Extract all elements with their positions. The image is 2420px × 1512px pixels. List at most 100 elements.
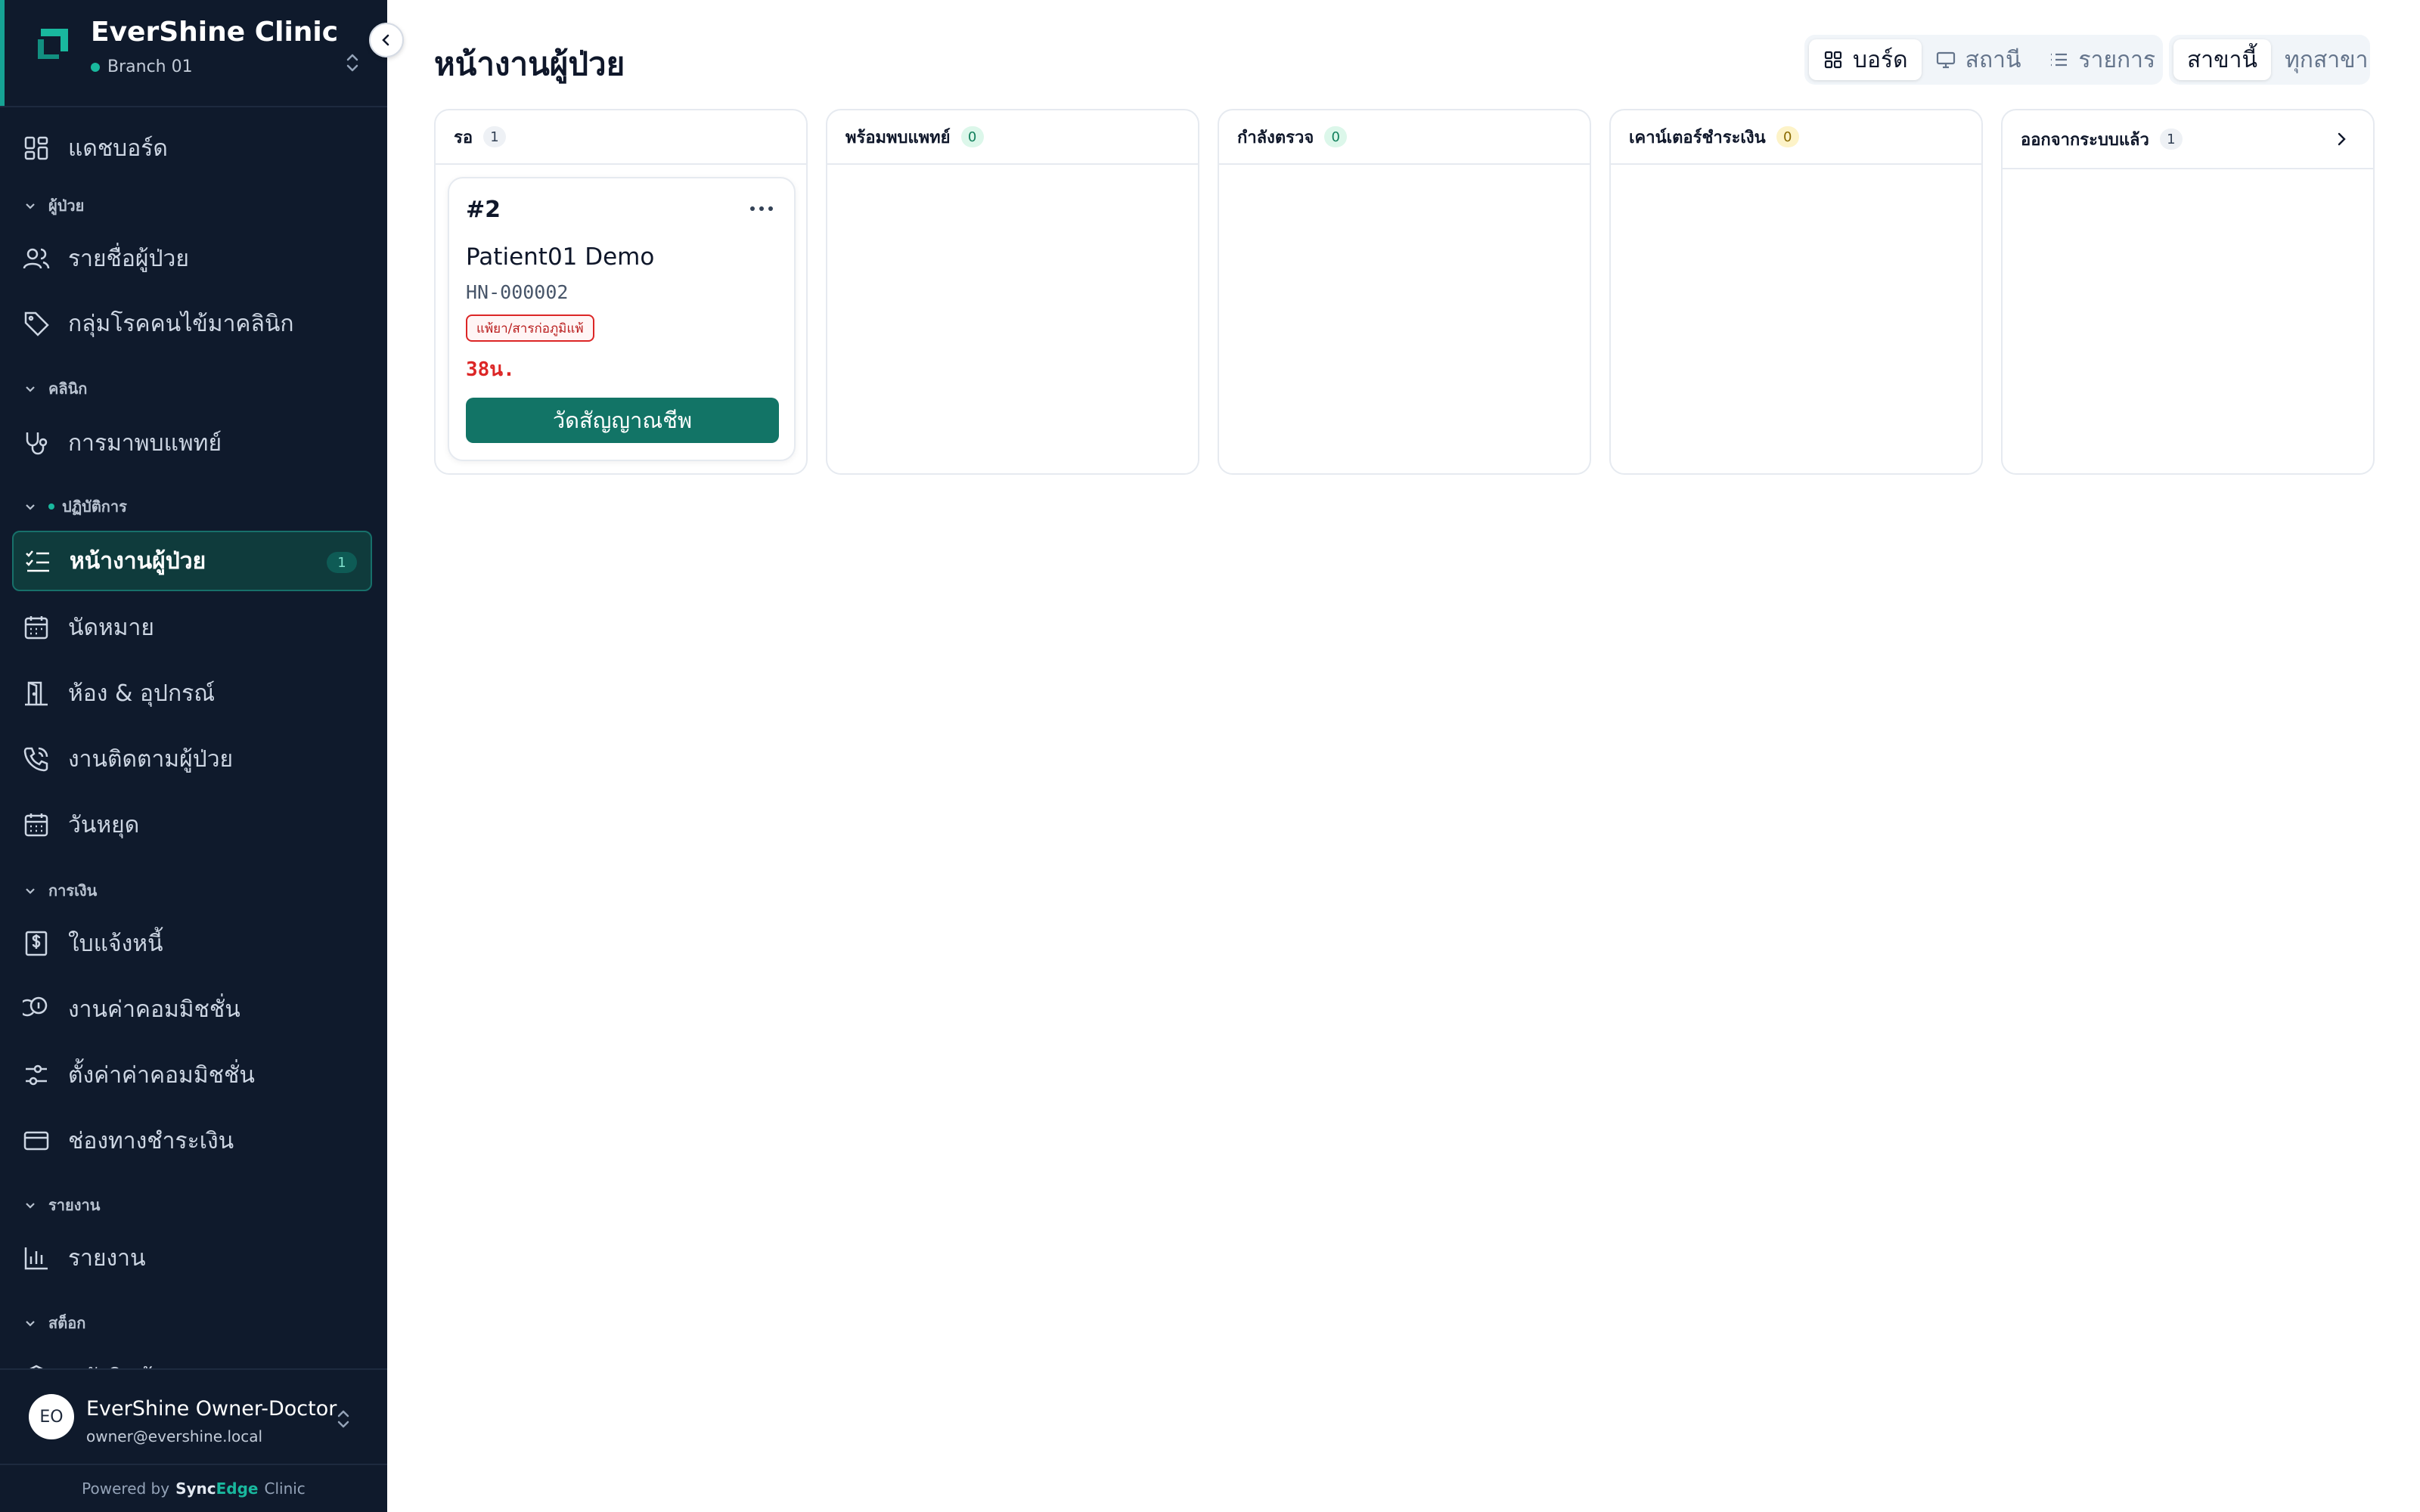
collapse-sidebar-button[interactable] [369,23,404,57]
sidebar-item-label: วันหยุด [68,811,140,838]
sidebar-item-label: นัดหมาย [68,614,154,641]
sidebar-item-appointments[interactable]: นัดหมาย [12,597,372,658]
take-vitals-button[interactable]: วัดสัญญาณชีพ [466,398,779,443]
queue-column-examining: กำลังตรวจ 0 [1218,109,1591,475]
monitor-icon [1935,49,1956,70]
sidebar-item-label: การมาพบแพทย์ [68,429,222,457]
branch-name: Branch 01 [91,57,193,76]
chevron-down-icon [26,1321,35,1327]
sidebar-item-label: รายงาน [68,1244,146,1272]
column-header: เคาน์เตอร์ชำระเงิน 0 [1611,110,1981,165]
column-count-badge: 0 [1776,126,1799,147]
section-label: รายงาน [48,1196,101,1214]
dashboard-grid-icon [21,133,51,163]
sidebar-item-commission-jobs[interactable]: งานค่าคอมมิชชั่น [12,979,372,1040]
column-title: เคาน์เตอร์ชำระเงิน [1629,128,1766,147]
section-finance[interactable]: การเงิน [23,878,97,903]
section-clinic[interactable]: คลินิก [23,376,87,401]
calendar-icon [21,612,51,643]
queue-column-checked-out: ออกจากระบบแล้ว 1 [2001,109,2375,475]
section-operations[interactable]: ปฏิบัติการ [23,494,127,519]
sidebar-item-reports[interactable]: รายงาน [12,1228,372,1288]
scope-option-this-branch[interactable]: สาขานี้ [2173,39,2272,80]
patient-queue-card[interactable]: #2 Patient01 Demo HN-000002 แพ้ยา/สารก่อ… [448,177,796,461]
column-count-badge: 1 [483,126,507,147]
chevron-right-icon[interactable] [2332,130,2350,148]
sidebar-item-commission-settings[interactable]: ตั้งค่าค่าคอมมิชชั่น [12,1045,372,1105]
view-option-list[interactable]: รายการ [2034,39,2169,80]
sidebar-item-label: ตั้งค่าค่าคอมมิชชั่น [68,1061,255,1089]
queue-column-ready: พร้อมพบแพทย์ 0 [826,109,1199,475]
chevron-up-down-icon[interactable] [342,50,363,76]
chevron-down-icon [26,386,35,392]
queue-count-badge: 1 [327,552,357,573]
sidebar-item-holidays[interactable]: วันหยุด [12,795,372,855]
credit-card-icon [21,1126,51,1156]
powered-by-footer: Powered by SyncEdge Clinic [0,1464,387,1512]
section-stock[interactable]: สต็อก [23,1311,85,1335]
user-name: EverShine Owner-Doctor [86,1397,337,1421]
sidebar-item-rooms[interactable]: ห้อง & อุปกรณ์ [12,663,372,723]
chevron-down-icon [26,1203,35,1209]
patient-name: Patient01 Demo [466,243,655,271]
stethoscope-icon [21,428,51,458]
sidebar-item-label: กลุ่มโรคคนไข้มาคลินิก [68,310,294,337]
sidebar-item-dashboard[interactable]: แดชบอร์ด [12,118,372,178]
user-menu[interactable]: EO EverShine Owner-Doctor owner@evershin… [0,1368,387,1464]
view-option-station[interactable]: สถานี [1922,39,2035,80]
chevron-down-icon [26,888,35,894]
powered-brand: SyncEdge [175,1479,258,1498]
column-count-badge: 0 [1324,126,1348,147]
chevron-down-icon [26,504,35,510]
sidebar-item-doctor-visits[interactable]: การมาพบแพทย์ [12,413,372,473]
sidebar-item-invoices[interactable]: ใบแจ้งหนี้ [12,913,372,974]
sidebar-item-label: งานค่าคอมมิชชั่น [68,996,240,1023]
phone-call-icon [21,744,51,774]
column-title: พร้อมพบแพทย์ [845,128,951,147]
clinic-logo-icon [38,29,68,59]
column-title: กำลังตรวจ [1237,128,1314,147]
sidebar-item-followup[interactable]: งานติดตามผู้ป่วย [12,729,372,789]
user-email: owner@evershine.local [86,1427,263,1445]
column-header[interactable]: ออกจากระบบแล้ว 1 [2003,110,2373,169]
branch-scope-switcher: สาขานี้ ทุกสาขา [2169,35,2370,85]
section-patients[interactable]: ผู้ป่วย [23,194,84,218]
scope-option-all-branches[interactable]: ทุกสาขา [2271,39,2381,80]
receipt-dollar-icon [21,928,51,959]
sidebar-item-label: ห้อง & อุปกรณ์ [68,680,216,707]
column-count-badge: 0 [960,126,984,147]
brand-header[interactable]: EverShine Clinic Branch 01 [0,0,387,107]
main-content: หน้างานผู้ป่วย บอร์ด สถานี รายการ สาขานี… [387,0,2420,1512]
sidebar-item-label: แดชบอร์ด [68,135,168,162]
tag-icon [21,308,51,339]
chevron-up-down-icon [337,1410,349,1428]
list-checks-icon [23,546,53,576]
sidebar-item-patient-queue[interactable]: หน้างานผู้ป่วย 1 [12,531,372,591]
more-options-icon[interactable] [750,200,773,218]
powered-brand-clinic: Clinic [264,1479,306,1498]
sidebar: EverShine Clinic Branch 01 แดชบอร์ด ผู้ป… [0,0,387,1512]
powered-brand-sync: Sync [175,1479,216,1498]
sidebar-item-payment-channels[interactable]: ช่องทางชำระเงิน [12,1111,372,1171]
section-label: การเงิน [48,881,98,900]
sidebar-item-label: หน้างานผู้ป่วย [70,547,206,575]
sidebar-item-label: ใบแจ้งหนี้ [68,930,163,957]
section-reports[interactable]: รายงาน [23,1193,100,1217]
avatar: EO [29,1394,74,1439]
list-icon [2048,49,2069,70]
section-label: ผู้ป่วย [48,197,85,215]
view-option-board[interactable]: บอร์ด [1809,39,1922,80]
bar-chart-icon [21,1243,51,1273]
view-option-label: รายการ [2078,46,2156,73]
sidebar-item-chronic-groups[interactable]: กลุ่มโรคคนไข้มาคลินิก [12,293,372,354]
coins-icon [21,994,51,1024]
sidebar-item-label: ช่องทางชำระเงิน [68,1127,234,1154]
sidebar-item-patient-list[interactable]: รายชื่อผู้ป่วย [12,228,372,289]
page-title: หน้างานผู้ป่วย [434,45,625,82]
clinic-name: EverShine Clinic [91,17,339,48]
column-count-badge: 1 [2159,129,2183,150]
grid-icon [1823,49,1844,70]
column-title: ออกจากระบบแล้ว [2021,130,2149,150]
chevron-left-icon [382,34,389,46]
hospital-number: HN-000002 [466,281,569,303]
